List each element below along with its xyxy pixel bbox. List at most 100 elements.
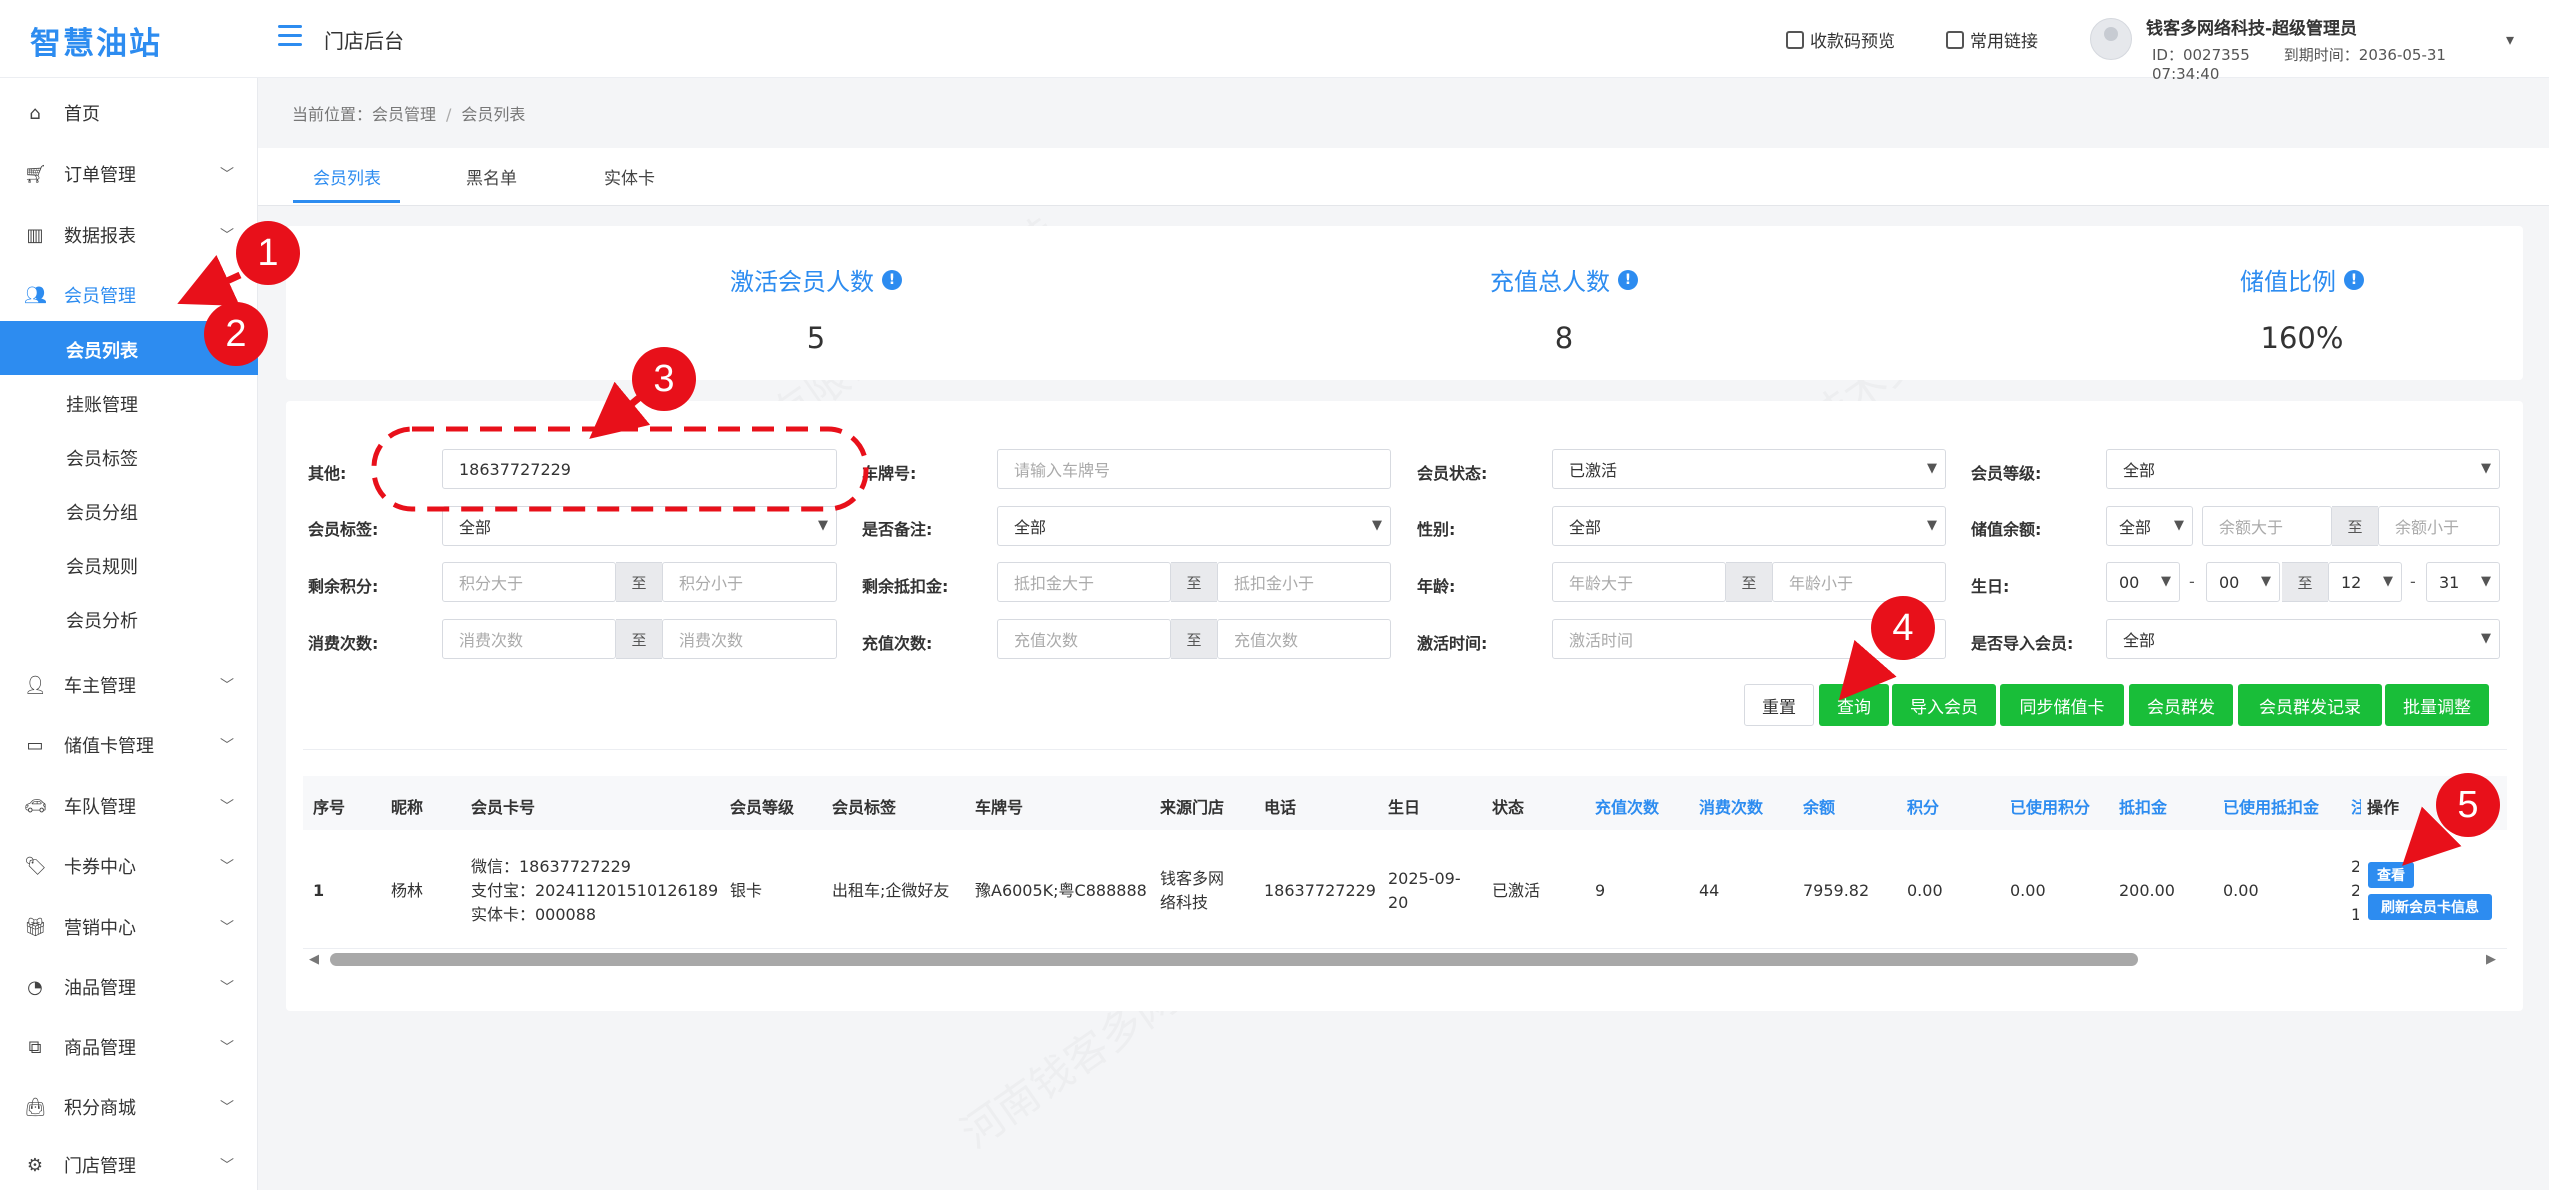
brand-logo[interactable]: 智慧油站	[30, 18, 162, 63]
stat-value: 5	[806, 321, 826, 355]
query-button[interactable]: 查询	[1819, 684, 1889, 726]
other-search-input[interactable]: 18637727229	[442, 449, 837, 489]
chevron-down-icon: ﹀	[220, 228, 234, 244]
select-value: 全部	[459, 518, 492, 537]
points-max-input[interactable]: 积分小于	[662, 562, 837, 602]
qr-preview-label: 收款码预览	[1810, 32, 1895, 52]
select-value: 00	[2119, 572, 2140, 592]
reset-button[interactable]: 重置	[1744, 684, 1814, 726]
cell-store-line2: 络科技	[1160, 893, 1209, 912]
age-max-input[interactable]: 年龄小于	[1772, 562, 1946, 602]
avatar[interactable]	[2090, 18, 2132, 60]
divider	[303, 749, 2507, 750]
birthday-start-month-select[interactable]: 00 ▼	[2106, 562, 2180, 602]
sidebar-item-orders[interactable]: 🛒︎ 订单管理 ﹀	[0, 147, 258, 201]
deduct-min-input[interactable]: 抵扣金大于	[997, 562, 1171, 602]
sidebar-item-marketing[interactable]: 🎁︎ 营销中心 ﹀	[0, 900, 258, 954]
member-status-select[interactable]: 已激活 ▼	[1552, 449, 1946, 489]
sidebar-subitem-rules[interactable]: 会员规则	[0, 537, 258, 591]
gender-select[interactable]: 全部 ▼	[1552, 506, 1946, 546]
chevron-down-icon: ﹀	[220, 859, 234, 875]
col-used-points[interactable]: 已使用积分	[2010, 794, 2090, 818]
sidebar-item-oil[interactable]: ◔ 油品管理 ﹀	[0, 960, 258, 1014]
breadcrumb-level-1[interactable]: 会员管理	[372, 105, 436, 124]
birthday-end-month-select[interactable]: 12 ▼	[2328, 562, 2402, 602]
stat-title: 储值比例	[2240, 268, 2336, 296]
page-header-title: 门店后台	[324, 29, 404, 53]
sidebar-item-stored-card[interactable]: ▭ 储值卡管理 ﹀	[0, 718, 258, 772]
chevron-down-icon: ﹀	[220, 920, 234, 936]
sidebar-subitem-groups[interactable]: 会员分组	[0, 483, 258, 537]
qr-preview-link[interactable]: 收款码预览	[1786, 27, 1895, 52]
col-recharge-times[interactable]: 充值次数	[1595, 794, 1659, 818]
view-button[interactable]: 查看	[2368, 862, 2414, 888]
sidebar-item-points-mall[interactable]: 👜︎ 积分商城 ﹀	[0, 1080, 258, 1134]
scroll-right-icon[interactable]: ▶	[2486, 952, 2496, 967]
info-icon[interactable]: !	[2344, 269, 2364, 290]
plate-input[interactable]: 请输入车牌号	[997, 449, 1391, 489]
col-level: 会员等级	[730, 798, 795, 817]
select-value: 已激活	[1569, 461, 1618, 480]
col-consume-times[interactable]: 消费次数	[1699, 794, 1763, 818]
sidebar-item-goods[interactable]: ⧉ 商品管理 ﹀	[0, 1020, 258, 1074]
annotation-badge-1: 1	[236, 221, 300, 285]
col-used-deduct[interactable]: 已使用抵扣金	[2223, 794, 2319, 818]
sidebar-subitem-analysis[interactable]: 会员分析	[0, 591, 258, 645]
balance-min-input[interactable]: 余额大于	[2202, 506, 2332, 546]
consume-max-input[interactable]: 消费次数	[662, 619, 837, 659]
col-balance[interactable]: 余额	[1803, 794, 1835, 818]
imported-label: 是否导入会员:	[1971, 634, 2074, 653]
mass-message-log-button[interactable]: 会员群发记录	[2238, 684, 2382, 726]
batch-adjust-button[interactable]: 批量调整	[2385, 684, 2489, 726]
range-to: 至	[1726, 562, 1772, 602]
col-status: 状态	[1492, 798, 1525, 817]
member-status-label: 会员状态:	[1417, 464, 1488, 483]
col-deduct[interactable]: 抵扣金	[2119, 794, 2167, 818]
balance-op-select[interactable]: 全部 ▼	[2106, 506, 2193, 546]
col-plate: 车牌号	[975, 798, 1024, 817]
cell-deduct: 200.00	[2119, 881, 2175, 900]
cell-card-alipay: 支付宝：202411201510126189	[471, 881, 719, 900]
import-members-button[interactable]: 导入会员	[1892, 684, 1996, 726]
balance-max-input[interactable]: 余额小于	[2378, 506, 2500, 546]
tab-physical-card[interactable]: 实体卡	[604, 164, 655, 189]
remark-select[interactable]: 全部 ▼	[997, 506, 1391, 546]
common-links-link[interactable]: 常用链接	[1946, 27, 2038, 52]
scrollbar-thumb[interactable]	[330, 953, 2138, 966]
recharge-min-input[interactable]: 充值次数	[997, 619, 1171, 659]
member-level-select[interactable]: 全部 ▼	[2106, 449, 2500, 489]
chevron-down-icon: ﹀	[220, 167, 234, 183]
info-icon[interactable]: !	[882, 269, 902, 290]
refresh-card-info-button[interactable]: 刷新会员卡信息	[2368, 894, 2492, 920]
sidebar-item-fleet[interactable]: 🚗︎ 车队管理 ﹀	[0, 779, 258, 833]
age-min-input[interactable]: 年龄大于	[1552, 562, 1726, 602]
sidebar-item-coupons[interactable]: 🏷︎ 卡券中心 ﹀	[0, 839, 258, 893]
breadcrumb-separator: /	[446, 105, 452, 124]
sidebar-subitem-tags[interactable]: 会员标签	[0, 429, 258, 483]
tab-blacklist[interactable]: 黑名单	[466, 164, 517, 189]
user-name[interactable]: 钱客多网络科技-超级管理员	[2146, 14, 2357, 39]
sync-stored-card-button[interactable]: 同步储值卡	[2000, 684, 2124, 726]
sidebar-item-home[interactable]: ⌂ 首页	[0, 86, 258, 140]
sidebar-item-owners[interactable]: 👤︎ 车主管理 ﹀	[0, 658, 258, 712]
col-clipped[interactable]: 注	[2351, 794, 2361, 818]
birthday-start-day-select[interactable]: 00 ▼	[2206, 562, 2280, 602]
tab-member-list[interactable]: 会员列表	[313, 164, 381, 189]
scroll-left-icon[interactable]: ◀	[309, 952, 319, 967]
sidebar-item-reports[interactable]: ▥ 数据报表 ﹀	[0, 208, 258, 262]
sidebar-subitem-credit[interactable]: 挂账管理	[0, 375, 258, 429]
member-tag-select[interactable]: 全部 ▼	[442, 506, 837, 546]
mass-message-button[interactable]: 会员群发	[2129, 684, 2233, 726]
consume-min-input[interactable]: 消费次数	[442, 619, 616, 659]
imported-select[interactable]: 全部 ▼	[2106, 619, 2500, 659]
birthday-end-day-select[interactable]: 31 ▼	[2426, 562, 2500, 602]
info-icon[interactable]: !	[1618, 269, 1638, 290]
deduct-max-input[interactable]: 抵扣金小于	[1217, 562, 1391, 602]
birthday-label: 生日:	[1971, 577, 2010, 596]
recharge-max-input[interactable]: 充值次数	[1217, 619, 1391, 659]
points-min-input[interactable]: 积分大于	[442, 562, 616, 602]
hamburger-icon[interactable]	[278, 25, 302, 47]
col-points[interactable]: 积分	[1907, 794, 1939, 818]
chevron-down-icon[interactable]: ▾	[2506, 30, 2514, 49]
sidebar-item-stores[interactable]: ⚙︎ 门店管理 ﹀	[0, 1140, 258, 1190]
